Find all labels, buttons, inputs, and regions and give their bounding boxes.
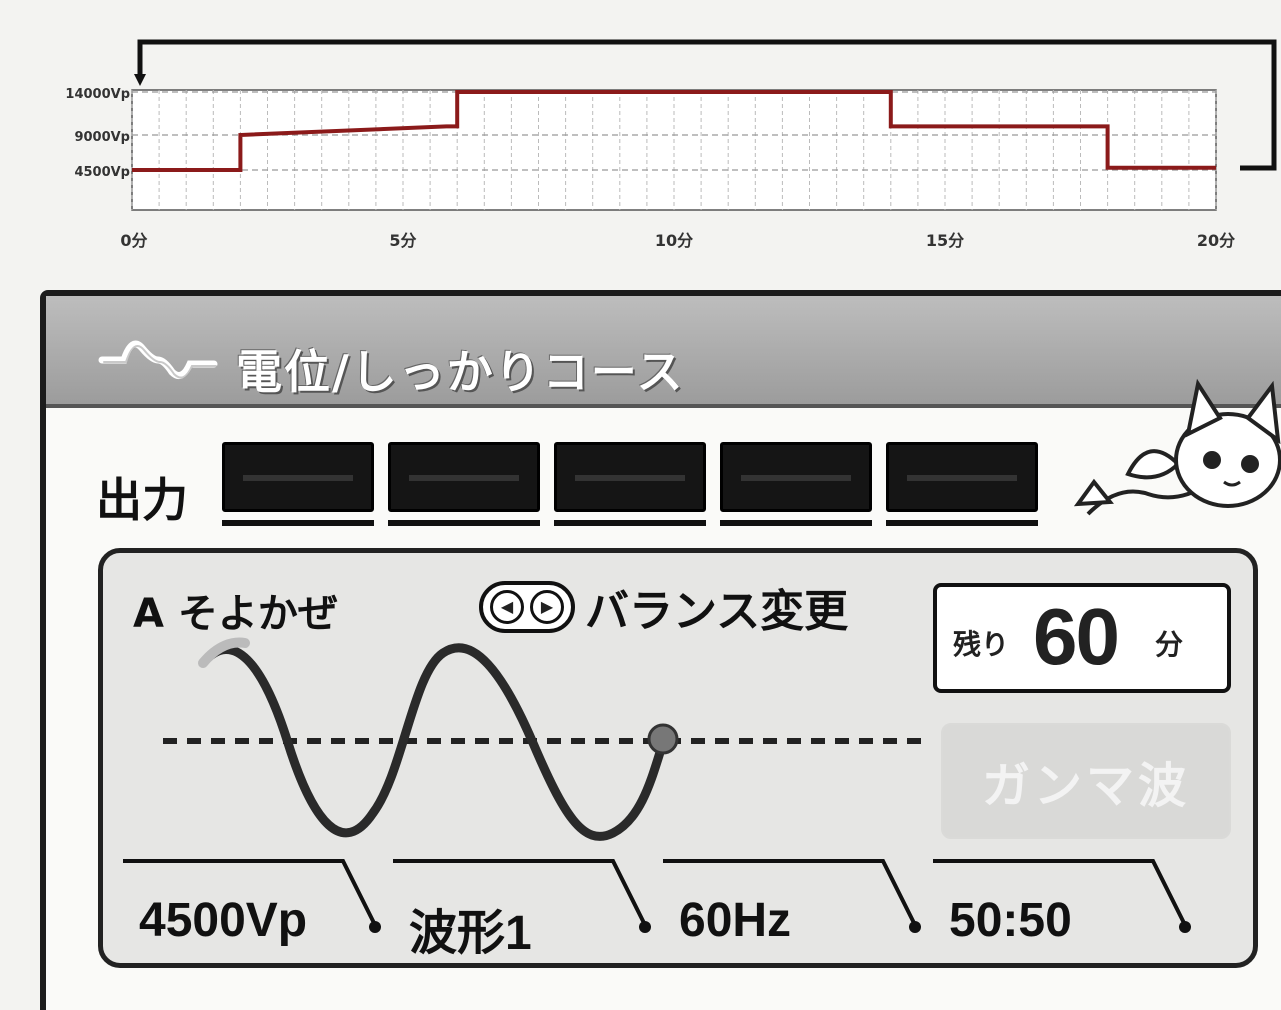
- output-meter: [720, 442, 872, 526]
- remaining-label: 残り: [953, 623, 1009, 663]
- output-meters: [222, 442, 1038, 526]
- balance-control[interactable]: ◀ ▶ バランス変更: [479, 575, 848, 639]
- channel-a-box: A そよかぜ ◀ ▶ バランス変更 残り 60 分 ガンマ波: [98, 548, 1258, 968]
- x-tick-label: 10分: [655, 231, 693, 250]
- x-tick-label: 20分: [1197, 231, 1235, 250]
- param-waveform[interactable]: 波形1: [393, 853, 659, 963]
- course-title: 電位/しっかりコース: [236, 336, 685, 402]
- remaining-value: 60: [1033, 591, 1118, 683]
- remaining-time-box: 残り 60 分: [933, 583, 1231, 693]
- param-frequency-value: 60Hz: [679, 893, 791, 948]
- arrow-right-icon[interactable]: ▶: [530, 590, 564, 624]
- x-tick-label: 0分: [120, 231, 147, 250]
- param-voltage-value: 4500Vp: [139, 893, 307, 948]
- y-tick-label: 9000Vp: [74, 130, 130, 145]
- arrow-left-icon[interactable]: ◀: [490, 590, 524, 624]
- param-frequency[interactable]: 60Hz: [663, 853, 929, 963]
- output-meter: [886, 442, 1038, 526]
- y-tick-label: 4500Vp: [74, 165, 130, 180]
- arrow-down-icon: [134, 74, 146, 86]
- output-label: 出力: [96, 464, 188, 530]
- x-tick-label: 15分: [926, 231, 964, 250]
- output-meter: [554, 442, 706, 526]
- mascot-icon: [1058, 364, 1281, 534]
- channel-name: A そよかぜ: [133, 581, 338, 639]
- output-meter: [222, 442, 374, 526]
- chart-grid: [132, 90, 1216, 210]
- param-balance-ratio-value: 50:50: [949, 893, 1072, 948]
- y-tick-label: 14000Vp: [65, 87, 130, 102]
- device-panel: 電位/しっかりコース 出力 A そよかぜ ◀ ▶ バランス変更 残り: [40, 290, 1281, 1010]
- channel-parameters: 4500Vp 波形1 60Hz: [123, 853, 1243, 963]
- remaining-unit: 分: [1155, 623, 1183, 663]
- wave-icon: [98, 326, 218, 386]
- chart-y-tick-labels: 4500Vp 9000Vp 14000Vp: [65, 87, 130, 180]
- waveform-display: [123, 633, 943, 863]
- balance-button[interactable]: ◀ ▶: [479, 581, 575, 633]
- output-meter: [388, 442, 540, 526]
- gamma-wave-button[interactable]: ガンマ波: [941, 723, 1231, 839]
- param-balance-ratio[interactable]: 50:50: [933, 853, 1199, 963]
- chart-x-tick-labels: 0分 5分 10分 15分 20分: [120, 231, 1235, 250]
- param-voltage[interactable]: 4500Vp: [123, 853, 389, 963]
- x-tick-label: 5分: [389, 231, 416, 250]
- balance-label: バランス変更: [585, 575, 848, 639]
- schedule-chart: 4500Vp 9000Vp 14000Vp 0分 5分 10分 15分 20分: [0, 0, 1281, 270]
- param-waveform-value: 波形1: [409, 893, 532, 963]
